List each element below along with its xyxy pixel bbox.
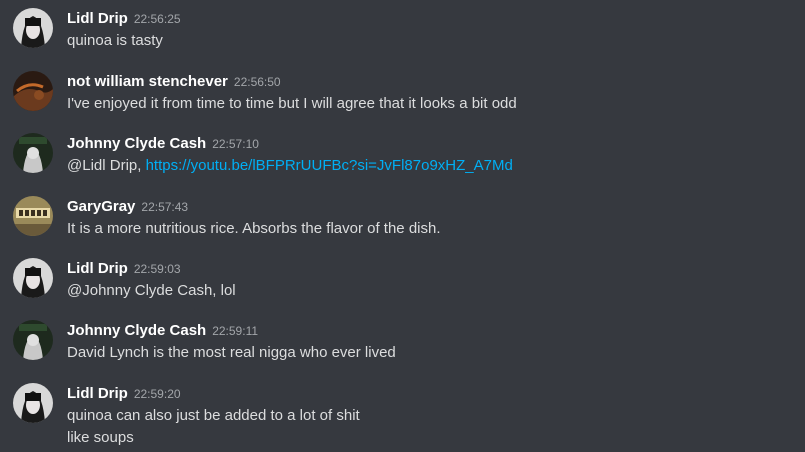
username[interactable]: Lidl Drip — [67, 385, 128, 402]
johnny-clyde-cash-avatar-image — [13, 320, 53, 360]
message-content: quinoa can also just be added to a lot o… — [67, 405, 360, 449]
username[interactable]: Johnny Clyde Cash — [67, 322, 206, 339]
message-text: quinoa is tasty — [67, 32, 163, 49]
message-header: Lidl Drip 22:56:25 — [67, 8, 181, 30]
message-header: Lidl Drip 22:59:20 — [67, 383, 181, 405]
message-text: I've enjoyed it from time to time but I … — [67, 95, 517, 112]
message-content: quinoa is tasty — [67, 30, 163, 52]
message-text: quinoa can also just be added to a lot o… — [67, 407, 360, 424]
message-text: David Lynch is the most real nigga who e… — [67, 344, 396, 361]
username[interactable]: GaryGray — [67, 198, 135, 215]
message-content: @Lidl Drip, https://youtu.be/lBFPRrUUFBc… — [67, 155, 513, 177]
timestamp: 22:59:20 — [133, 387, 181, 401]
username[interactable]: Johnny Clyde Cash — [67, 135, 206, 152]
message-content: David Lynch is the most real nigga who e… — [67, 342, 396, 364]
message-link[interactable]: https://youtu.be/lBFPRrUUFBc?si=JvFl87o9… — [146, 157, 513, 174]
timestamp: 22:59:11 — [212, 324, 259, 338]
message-text: It is a more nutritious rice. Absorbs th… — [67, 220, 441, 237]
avatar[interactable] — [13, 196, 53, 236]
chat-message-list[interactable]: Lidl Drip 22:56:25 quinoa is tasty not wi… — [0, 0, 805, 452]
message-header: Johnny Clyde Cash 22:57:10 — [67, 133, 259, 155]
timestamp: 22:56:50 — [233, 75, 281, 89]
timestamp: 22:59:03 — [133, 262, 181, 276]
message-header: Lidl Drip 22:59:03 — [67, 258, 181, 280]
message-text: like soups — [67, 429, 134, 446]
user-mention[interactable]: @Lidl Drip, — [67, 157, 141, 174]
garygray-avatar-image — [13, 196, 53, 236]
johnny-clyde-cash-avatar-image — [13, 133, 53, 173]
message-content: I've enjoyed it from time to time but I … — [67, 93, 517, 115]
lidl-drip-avatar-image — [13, 8, 53, 48]
message-content: It is a more nutritious rice. Absorbs th… — [67, 218, 441, 240]
timestamp: 22:56:25 — [133, 12, 181, 26]
avatar[interactable] — [13, 383, 53, 423]
lidl-drip-avatar-image — [13, 383, 53, 423]
lidl-drip-avatar-image — [13, 258, 53, 298]
message-text: @Johnny Clyde Cash, lol — [67, 282, 236, 299]
message-header: not william stenchever 22:56:50 — [67, 71, 281, 93]
avatar[interactable] — [13, 71, 53, 111]
avatar[interactable] — [13, 258, 53, 298]
username[interactable]: Lidl Drip — [67, 260, 128, 277]
message-text: @Lidl Drip, https://youtu.be/lBFPRrUUFBc… — [67, 155, 513, 177]
message-content: @Johnny Clyde Cash, lol — [67, 280, 236, 302]
avatar[interactable] — [13, 320, 53, 360]
timestamp: 22:57:43 — [141, 200, 189, 214]
avatar[interactable] — [13, 133, 53, 173]
username[interactable]: Lidl Drip — [67, 10, 128, 27]
message-header: GaryGray 22:57:43 — [67, 196, 188, 218]
timestamp: 22:57:10 — [212, 137, 259, 151]
username[interactable]: not william stenchever — [67, 73, 228, 90]
message-header: Johnny Clyde Cash 22:59:11 — [67, 320, 258, 342]
avatar[interactable] — [13, 8, 53, 48]
stenchever-avatar-image — [13, 71, 53, 111]
